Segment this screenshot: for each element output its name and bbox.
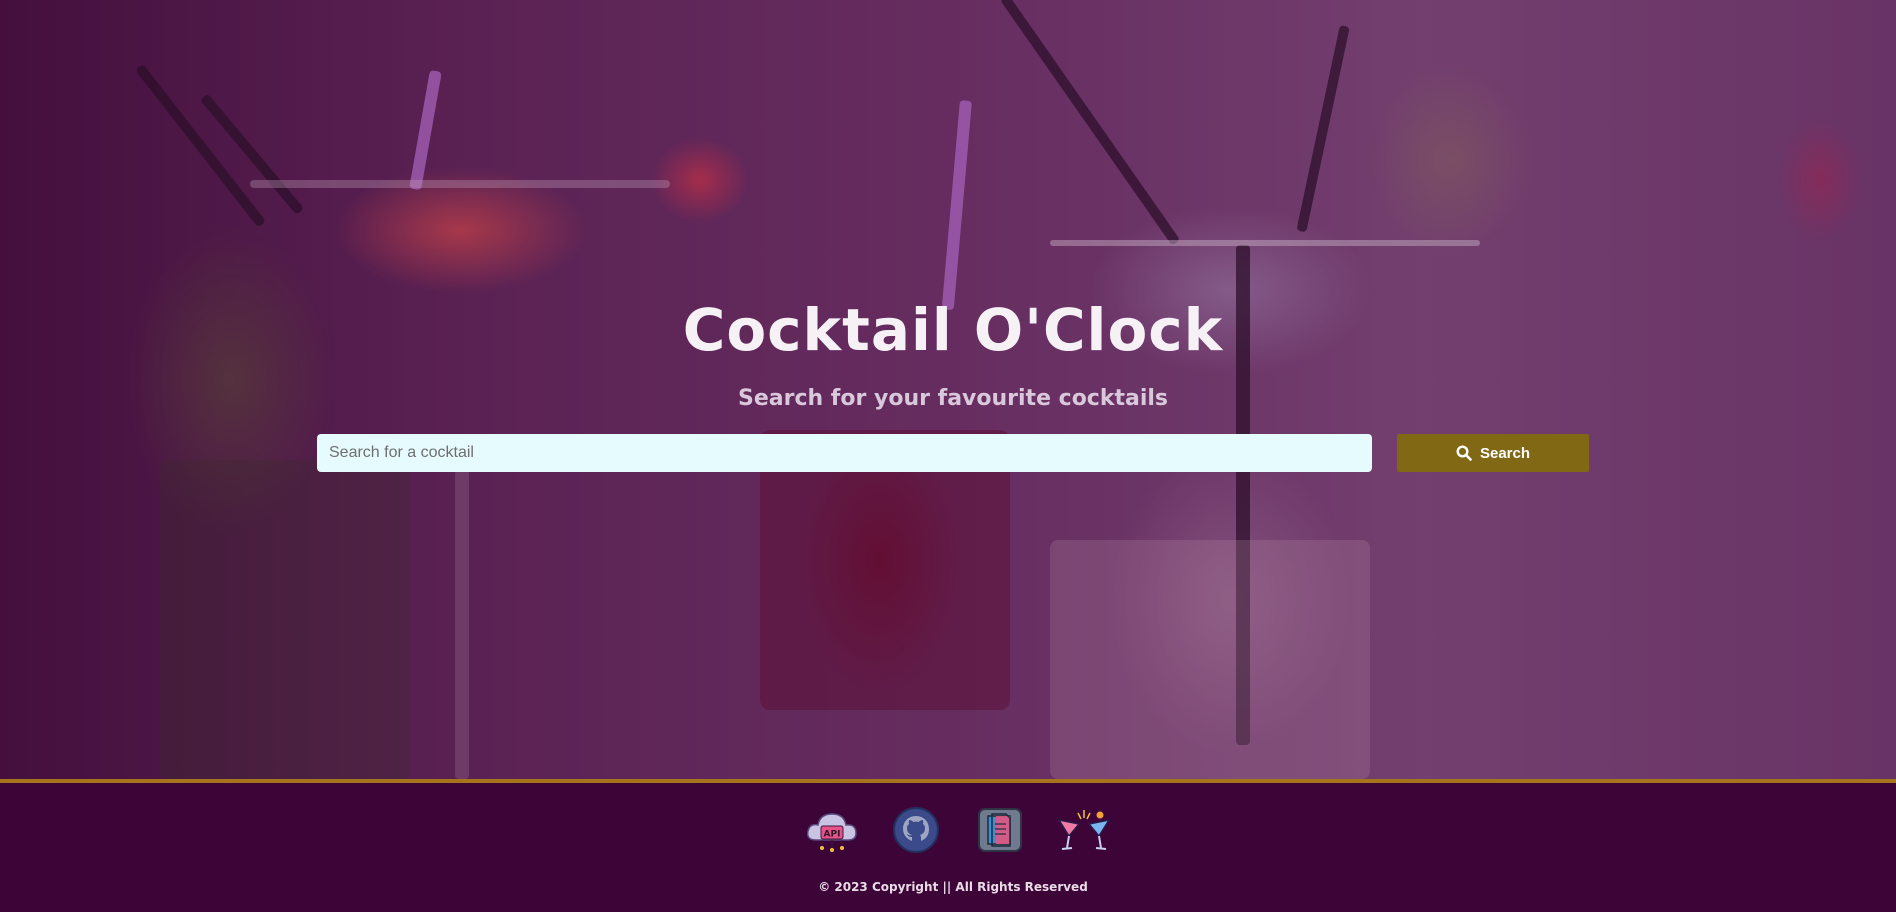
search-button[interactable]: Search — [1397, 434, 1589, 472]
search-button-label: Search — [1479, 444, 1531, 462]
github-link[interactable] — [887, 807, 945, 857]
app-link[interactable] — [1055, 807, 1113, 857]
svg-text:API: API — [824, 830, 841, 840]
document-icon — [976, 806, 1024, 858]
api-link[interactable]: API — [803, 807, 861, 857]
page: Cocktail O'Clock Search for your favouri… — [0, 0, 1896, 912]
hero-content: Cocktail O'Clock Search for your favouri… — [0, 0, 1896, 779]
page-title: Cocktail O'Clock — [682, 296, 1224, 364]
search-icon — [1456, 445, 1472, 461]
search-input[interactable] — [317, 434, 1372, 472]
page-subtitle: Search for your favourite cocktails — [737, 386, 1169, 411]
footer: API © 2023 Copyright || All Rights Reser… — [0, 779, 1896, 912]
footer-links: API — [0, 807, 1896, 857]
api-cloud-icon: API — [804, 806, 860, 858]
copyright-text: © 2023 Copyright || All Rights Reserved — [818, 880, 1088, 894]
cocktail-cheers-icon — [1055, 806, 1113, 858]
github-icon — [892, 806, 940, 858]
documentation-link[interactable] — [971, 807, 1029, 857]
